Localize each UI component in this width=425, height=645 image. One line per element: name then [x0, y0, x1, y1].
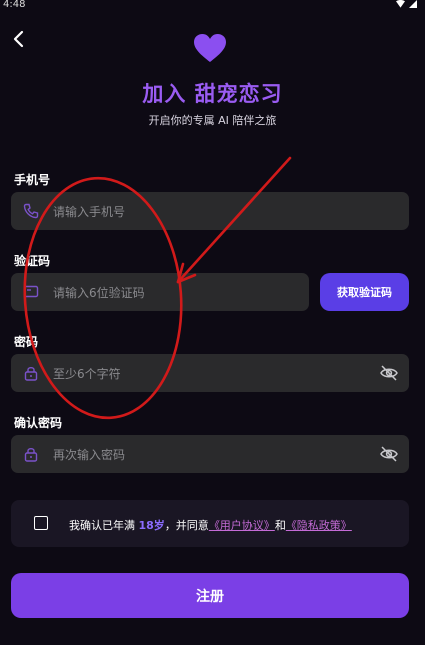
phone-placeholder: 请输入手机号: [53, 205, 126, 219]
code-placeholder: 请输入6位验证码: [53, 286, 145, 300]
confirm-password-placeholder: 再次输入密码: [53, 448, 126, 462]
confirm-password-input[interactable]: 再次输入密码: [11, 435, 409, 473]
signal-icon: [409, 0, 417, 8]
code-input[interactable]: 请输入6位验证码: [11, 273, 309, 311]
agreement-middle: ，并同意: [164, 519, 209, 532]
password-label: 密码: [14, 335, 39, 349]
register-button[interactable]: 注册: [11, 573, 409, 618]
status-time: 4:48: [3, 0, 26, 10]
heart-icon: [194, 34, 226, 62]
privacy-policy-link[interactable]: 《隐私政策》: [286, 519, 352, 532]
back-arrow-icon[interactable]: [8, 28, 30, 50]
agreement-prefix: 我确认已年满: [69, 519, 139, 532]
password-placeholder: 至少6个字符: [53, 367, 121, 381]
page-subtitle: 开启你的专属 AI 陪伴之旅: [148, 114, 277, 127]
agreement-age: 18岁: [138, 519, 165, 532]
register-screen: 4:48 加入 甜宠恋习 开启你的专属 AI 陪伴之旅 手机号 请输入手机号 验…: [0, 0, 425, 645]
agreement-text: 我确认已年满 18岁，并同意《用户协议》和《隐私政策》: [69, 517, 352, 533]
phone-icon: [23, 203, 39, 219]
agreement-box: 我确认已年满 18岁，并同意《用户协议》和《隐私政策》: [11, 500, 409, 547]
agreement-and: 和: [274, 519, 286, 532]
wifi-icon: [396, 0, 405, 8]
eye-off-icon[interactable]: [380, 365, 398, 381]
user-agreement-link[interactable]: 《用户协议》: [209, 519, 275, 532]
lock-icon: [24, 367, 38, 381]
code-label: 验证码: [14, 254, 51, 268]
password-input[interactable]: 至少6个字符: [11, 354, 409, 392]
eye-off-icon[interactable]: [380, 446, 398, 462]
page-title: 加入 甜宠恋习: [142, 82, 283, 106]
status-icons: [396, 0, 417, 8]
confirm-password-label: 确认密码: [14, 416, 63, 430]
status-bar: 4:48: [0, 0, 425, 12]
phone-input[interactable]: 请输入手机号: [11, 192, 409, 230]
agreement-checkbox[interactable]: [34, 516, 48, 530]
phone-label: 手机号: [14, 173, 51, 187]
lock-icon: [24, 448, 38, 462]
get-code-button[interactable]: 获取验证码: [320, 273, 409, 311]
message-icon: [23, 285, 39, 298]
